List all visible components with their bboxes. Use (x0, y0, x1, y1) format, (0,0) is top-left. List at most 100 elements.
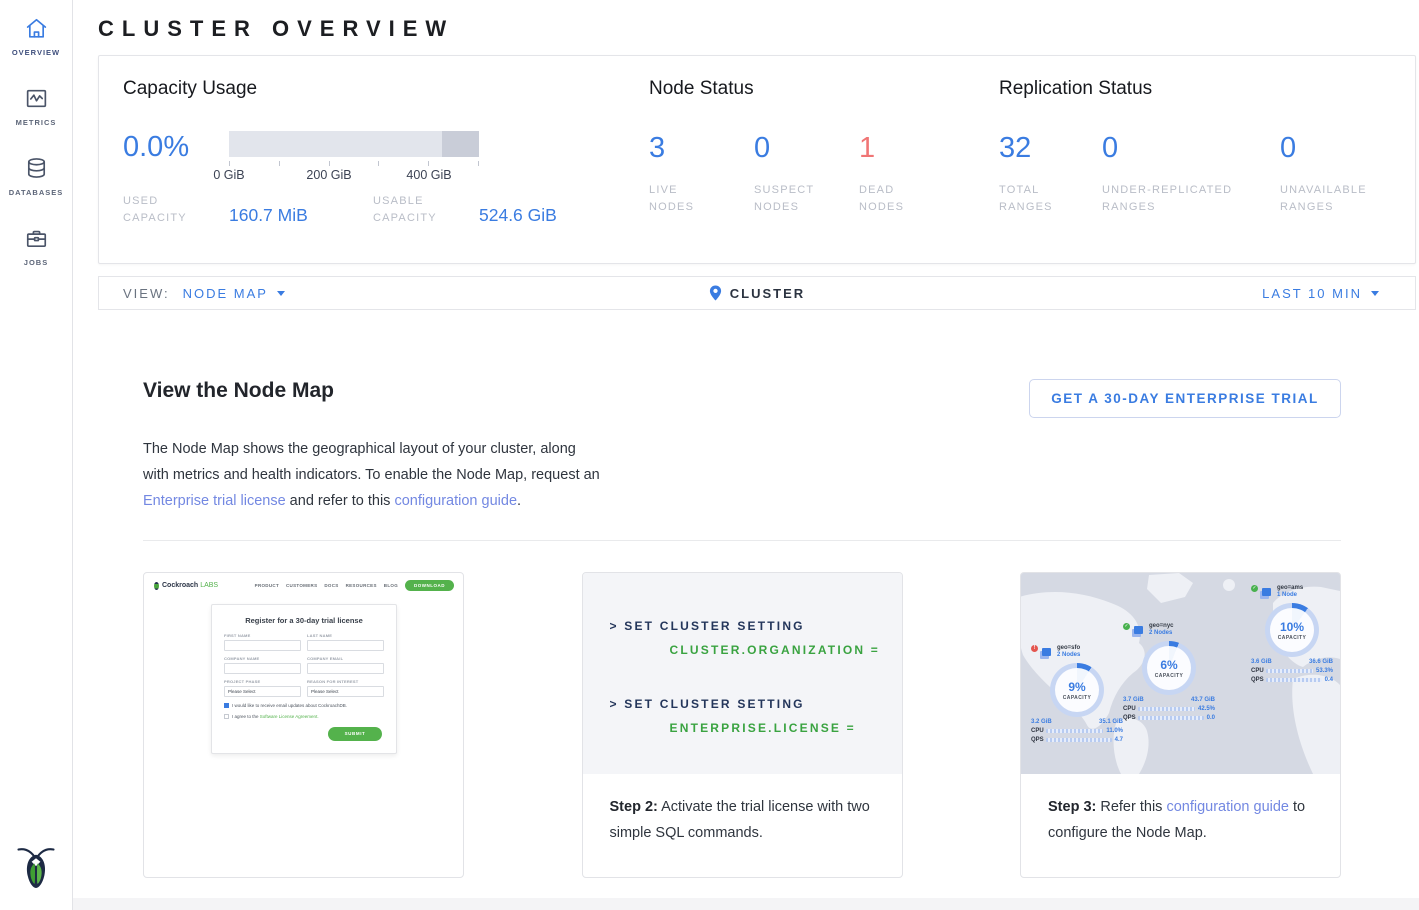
cpu-sparkline (1046, 729, 1103, 733)
site-nav-item: CUSTOMERS (286, 583, 317, 588)
node-count: 2 Nodes (1057, 652, 1080, 658)
capacity-usage-title: Capacity Usage (123, 78, 649, 100)
enterprise-trial-button[interactable]: GET A 30-DAY ENTERPRISE TRIAL (1029, 379, 1341, 418)
live-nodes-value: 3 (649, 132, 754, 165)
qps-value: 0.4 (1325, 677, 1333, 683)
jobs-icon (24, 226, 49, 251)
step2-card: > SET CLUSTER SETTING CLUSTER.ORGANIZATI… (582, 572, 903, 878)
cpu-value: 53.3% (1316, 668, 1333, 674)
step3-caption: Step 3: Refer this configuration guide t… (1021, 774, 1340, 846)
capacity-percent: 10% (1280, 620, 1304, 634)
gauge-tick-label: 400 GiB (406, 168, 451, 182)
submit-pill-button: SUBMIT (328, 727, 382, 741)
sidebar-item-metrics[interactable]: METRICS (0, 86, 72, 127)
capacity-label: CAPACITY (1278, 635, 1306, 641)
email-updates-checkbox-row: I would like to receive email updates ab… (224, 703, 384, 708)
configuration-guide-link[interactable]: configuration guide (1166, 799, 1289, 815)
total-gib: 43.7 GiB (1191, 697, 1215, 703)
qps-label: QPS (1031, 737, 1046, 743)
node-count: 2 Nodes (1149, 630, 1174, 636)
sidebar-item-overview[interactable]: OVERVIEW (0, 16, 72, 57)
download-pill-button: DOWNLOAD (405, 580, 454, 591)
cpu-value: 11.0% (1106, 728, 1123, 734)
node-status-section: Node Status 3 LIVE NODES 0 SUSPECT NODES… (649, 78, 999, 263)
view-selected-value: NODE MAP (183, 286, 268, 301)
map-pin-icon (709, 285, 722, 301)
sql-command: > SET CLUSTER SETTING (610, 614, 902, 638)
home-icon (24, 16, 49, 41)
step-number: Step 2: (610, 799, 658, 815)
used-gib: 3.6 GiB (1251, 659, 1272, 665)
node-cube-icon (1262, 588, 1271, 596)
capacity-gauge: 0 GiB 200 GiB 400 GiB (229, 131, 479, 184)
total-ranges-value: 32 (999, 132, 1102, 165)
site-nav-item: DOCS (324, 583, 338, 588)
bug-icon (154, 582, 159, 590)
sidebar-item-label: METRICS (16, 118, 57, 127)
view-selector-dropdown[interactable]: NODE MAP (183, 286, 285, 301)
usable-capacity-stat: USABLE CAPACITY 524.6 GiB (373, 193, 557, 227)
form-input (307, 640, 384, 651)
time-range-dropdown[interactable]: LAST 10 MIN (981, 286, 1415, 301)
metrics-icon (24, 86, 49, 111)
total-ranges-label: TOTAL RANGES (999, 182, 1071, 216)
capacity-donut: 6% CAPACITY (1142, 641, 1196, 695)
locality-name: geo=nyc (1149, 623, 1174, 629)
cpu-label: CPU (1031, 728, 1046, 734)
status-badge: ✓ (1251, 585, 1258, 592)
sidebar-item-label: OVERVIEW (12, 48, 60, 57)
capacity-donut: 10% CAPACITY (1265, 603, 1319, 657)
qps-value: 4.7 (1115, 737, 1123, 743)
form-field-label: PROJECT PHASE (224, 679, 301, 684)
node-cube-icon (1042, 648, 1051, 656)
sidebar-item-databases[interactable]: DATABASES (0, 156, 72, 197)
sidebar-item-label: JOBS (24, 258, 48, 267)
cpu-sparkline (1138, 707, 1195, 711)
configuration-guide-link[interactable]: configuration guide (394, 493, 517, 509)
chevron-down-icon (277, 291, 285, 296)
sql-commands-block: > SET CLUSTER SETTING CLUSTER.ORGANIZATI… (583, 573, 902, 774)
view-label: VIEW: (123, 286, 170, 301)
main-content: CLUSTER OVERVIEW Capacity Usage 0.0% (73, 0, 1419, 910)
nodemap-placeholder-section: View the Node Map GET A 30-DAY ENTERPRIS… (73, 379, 1419, 878)
form-field-label: COMPANY EMAIL (307, 656, 384, 661)
step3-card: ! geo=sfo 2 Nodes 9% CAPACITY (1020, 572, 1341, 878)
capacity-percent: 6% (1160, 658, 1177, 672)
unavailable-ranges-stat: 0 UNAVAILABLE RANGES (1280, 132, 1400, 216)
capacity-donut: 9% CAPACITY (1050, 663, 1104, 717)
cpu-label: CPU (1251, 668, 1266, 674)
cluster-breadcrumb: CLUSTER (533, 285, 980, 301)
under-replicated-ranges-value: 0 (1102, 132, 1280, 165)
chevron-down-icon (1371, 291, 1379, 296)
unavailable-ranges-label: UNAVAILABLE RANGES (1280, 182, 1392, 216)
sidebar-item-jobs[interactable]: JOBS (0, 226, 72, 267)
suspect-nodes-stat: 0 SUSPECT NODES (754, 132, 859, 216)
node-cube-icon (1134, 626, 1143, 634)
step1-card: Cockroach LABS PRODUCT CUSTOMERS DOCS RE… (143, 572, 464, 878)
used-gib: 3.2 GiB (1031, 719, 1052, 725)
footer-strip (73, 898, 1419, 910)
enterprise-trial-license-link[interactable]: Enterprise trial license (143, 493, 286, 509)
locality-name: geo=sfo (1057, 645, 1080, 651)
step1-caption: Step 1: Get a trial license delivered st… (144, 877, 463, 878)
time-range-value: LAST 10 MIN (1262, 286, 1362, 301)
dead-nodes-stat: 1 DEAD NODES (859, 132, 964, 216)
used-gib: 3.7 GiB (1123, 697, 1144, 703)
under-replicated-ranges-stat: 0 UNDER-REPLICATED RANGES (1102, 132, 1280, 216)
used-capacity-value: 160.7 MiB (229, 205, 308, 227)
checkbox-label: I agree to the Software License Agreemen… (232, 714, 319, 719)
description-text: The Node Map shows the geographical layo… (143, 441, 600, 483)
suspect-nodes-label: SUSPECT NODES (754, 182, 826, 216)
admin-ui: OVERVIEW METRICS DATABASES JO (0, 0, 1419, 910)
nodemap-heading: View the Node Map (143, 379, 334, 403)
capacity-usage-section: Capacity Usage 0.0% 0 GiB 200 Gi (123, 78, 649, 263)
sql-command: > SET CLUSTER SETTING (610, 692, 902, 716)
total-gib: 35.1 GiB (1099, 719, 1123, 725)
site-nav-item: BLOG (384, 583, 398, 588)
total-gib: 36.6 GiB (1309, 659, 1333, 665)
capacity-label: CAPACITY (1155, 673, 1183, 679)
status-badge: ! (1031, 645, 1038, 652)
checkbox-empty-icon (224, 714, 229, 719)
databases-icon (24, 156, 49, 181)
node-status-title: Node Status (649, 78, 999, 100)
